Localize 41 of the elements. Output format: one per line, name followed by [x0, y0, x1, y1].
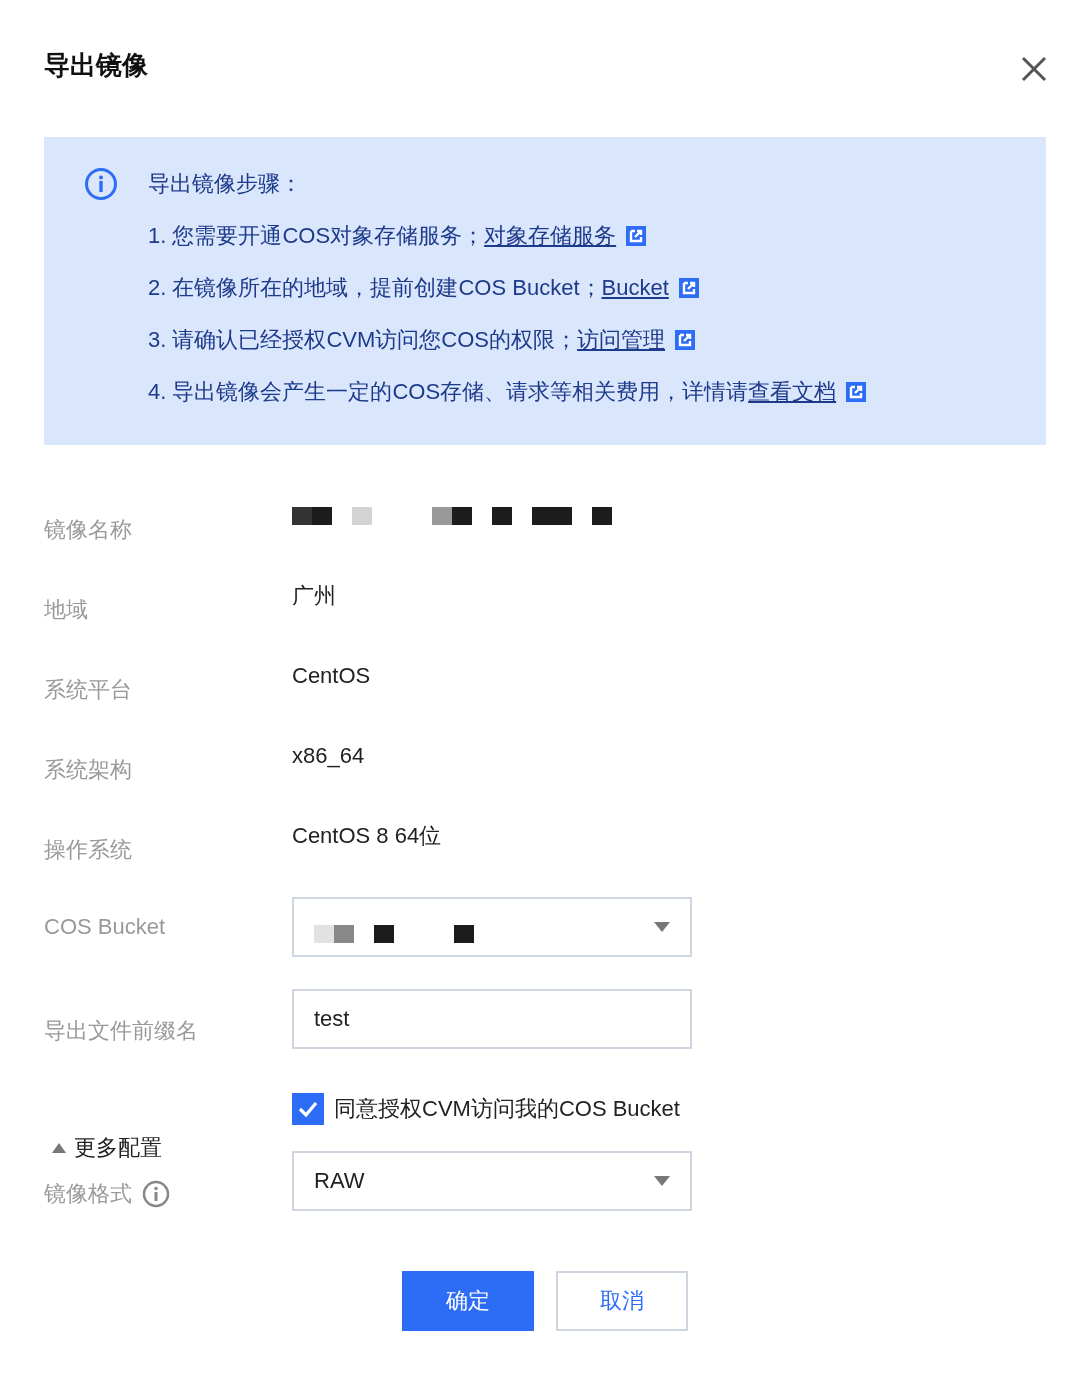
- field-value: x86_64: [292, 742, 366, 769]
- notice-heading: 导出镜像步骤：: [148, 170, 303, 198]
- external-link-icon[interactable]: [846, 382, 867, 402]
- step-text: 2. 在镜像所在的地域，提前创建COS Bucket；Bucket: [148, 271, 867, 305]
- step-text: 3. 请确认已经授权CVM访问您COS的权限；访问管理: [148, 323, 867, 357]
- check-icon: [298, 1101, 318, 1117]
- field-label: 操作系统: [44, 836, 133, 863]
- dialog-title: 导出镜像: [44, 49, 148, 82]
- checkbox-label: 同意授权CVM访问我的COS Bucket: [334, 1095, 680, 1123]
- external-link-icon[interactable]: [675, 330, 696, 350]
- field-label: 地域: [44, 596, 89, 623]
- doc-link[interactable]: 访问管理: [577, 327, 666, 352]
- doc-link[interactable]: Bucket: [601, 275, 669, 300]
- field-label: 导出文件前缀名: [44, 1017, 199, 1044]
- field-label: 系统平台: [44, 676, 133, 703]
- field-value: CentOS: [292, 662, 372, 689]
- prefix-input[interactable]: test: [292, 989, 692, 1049]
- field-label: COS Bucket: [44, 914, 167, 940]
- more-config-toggle[interactable]: 更多配置: [52, 1133, 292, 1163]
- field-value: CentOS 8 64位: [292, 822, 443, 849]
- field-label: 镜像名称: [44, 516, 133, 543]
- info-icon: [84, 167, 118, 201]
- cancel-button[interactable]: 取消: [556, 1271, 688, 1331]
- doc-link[interactable]: 对象存储服务: [484, 223, 617, 248]
- external-link-icon[interactable]: [626, 226, 647, 246]
- doc-link[interactable]: 查看文档: [748, 379, 837, 404]
- format-select[interactable]: RAW: [292, 1151, 692, 1211]
- checkbox[interactable]: [292, 1093, 324, 1125]
- field-label: 系统架构: [44, 756, 133, 783]
- confirm-button[interactable]: 确定: [402, 1271, 534, 1331]
- close-icon[interactable]: [1020, 54, 1048, 83]
- caret-icon: [654, 922, 670, 932]
- caret-icon: [52, 1143, 66, 1153]
- field-label: 镜像格式: [44, 1180, 132, 1208]
- step-text: 1. 您需要开通COS对象存储服务；对象存储服务: [148, 219, 867, 253]
- bucket-select[interactable]: [292, 897, 692, 957]
- step-text: 4. 导出镜像会产生一定的COS存储、请求等相关费用，详情请查看文档: [148, 375, 867, 409]
- field-value: 广州: [292, 582, 337, 609]
- external-link-icon[interactable]: [678, 278, 699, 298]
- caret-icon: [654, 1176, 670, 1186]
- info-icon[interactable]: [142, 1180, 170, 1208]
